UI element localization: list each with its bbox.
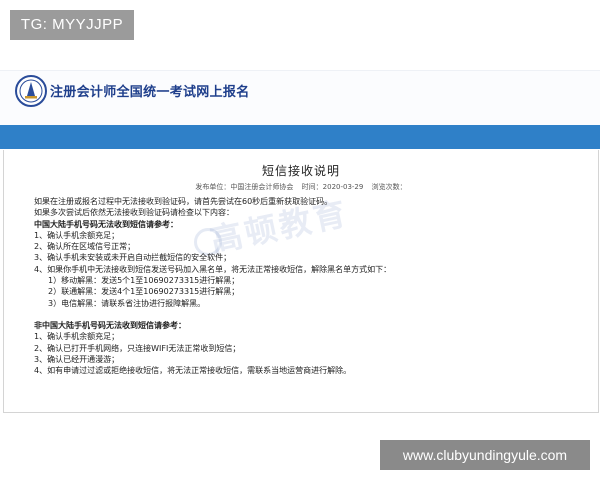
list-item: 2、确认所在区域信号正常； (34, 242, 136, 252)
list-item: 3、确认已经开通漫游； (34, 354, 120, 364)
list-item: 1、确认手机余额充足； (34, 332, 120, 342)
notice-panel: 高顿教育 短信接收说明 发布单位：中国注册会计师协会 时间：2020-03-29… (3, 150, 599, 413)
cicpa-logo-icon (15, 75, 47, 107)
site-title[interactable]: 注册会计师全国统一考试网上报名 (50, 81, 250, 100)
tg-watermark-badge: TG: MYYJJPP (10, 10, 134, 40)
sub-list-item: 1）移动解黑：发送5个1至10690273315进行解黑； (48, 276, 240, 286)
sub-list-item: 3）电信解黑：请联系省注协进行报障解黑。 (48, 298, 206, 308)
view-count: 浏览次数： (371, 183, 407, 191)
notice-title: 短信接收说明 (261, 164, 340, 178)
list-item: 4、如有申请过过滤或拒绝接收短信，将无法正常接收短信，需联系当地运营商进行解除。 (34, 366, 352, 376)
sub-list-item: 2）联通解黑：发送4个1至10690273315进行解黑； (48, 287, 240, 297)
list-item: 3、确认手机未安装或未开启自动拦截短信的安全软件； (34, 253, 232, 263)
list-item: 4、如果你手机中无法接收到短信发送号码加入黑名单，将无法正常接收短信，解除黑名单… (34, 264, 392, 274)
notice-body: 如果在注册或报名过程中无法接收到验证码，请首先尝试在60秒后重新获取验证码。 如… (34, 196, 574, 376)
publisher: 发布单位：中国注册会计师协会 (195, 183, 294, 191)
section-heading-mainland: 中国大陆手机号码无法收到短信请参考： (34, 219, 178, 229)
navigation-bar (0, 125, 600, 149)
publish-time: 时间：2020-03-29 (301, 183, 364, 191)
body-line: 如果多次尝试后依然无法接收到验证码请检查以下内容： (34, 208, 234, 218)
section-heading-non-mainland: 非中国大陆手机号码无法收到短信请参考： (34, 320, 186, 330)
body-line: 如果在注册或报名过程中无法接收到验证码，请首先尝试在60秒后重新获取验证码。 (34, 197, 333, 206)
list-item: 2、确认已打开手机网络，只连接WIFI无法正常收到短信； (34, 343, 241, 353)
notice-meta: 发布单位：中国注册会计师协会 时间：2020-03-29 浏览次数： (4, 182, 598, 192)
site-url-badge: www.clubyundingyule.com (380, 440, 590, 470)
list-item: 1、确认手机余额充足； (34, 230, 120, 240)
